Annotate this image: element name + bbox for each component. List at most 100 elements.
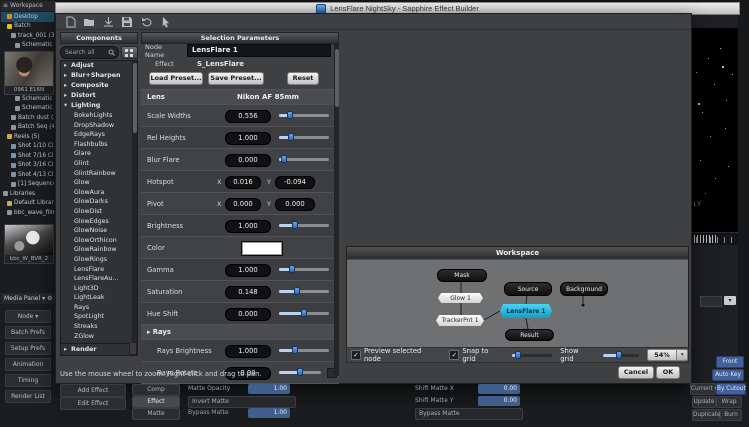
slider-thumb[interactable] [294, 287, 300, 295]
host-button[interactable]: Timing [5, 374, 51, 387]
chevron-down-icon[interactable]: ▾ [724, 296, 736, 305]
component-item[interactable]: Flashbulbs [74, 140, 137, 150]
tree-item[interactable]: Shot 7/16 Clip1 [1, 151, 54, 161]
view-value[interactable] [700, 296, 722, 307]
slider[interactable] [279, 114, 329, 117]
tree-item[interactable]: Reels (5) [1, 132, 54, 142]
save-icon[interactable] [121, 16, 133, 28]
search-input[interactable]: Search all [60, 46, 119, 59]
value-field[interactable]: 0.000 [225, 154, 271, 167]
color-swatch[interactable] [241, 241, 283, 256]
component-item[interactable]: Streaks [74, 322, 137, 332]
expand-arrow-icon[interactable]: ▸ [147, 328, 150, 336]
duplicate-button[interactable]: Duplicate [692, 409, 720, 421]
component-item[interactable]: GlowOrthicon [74, 236, 137, 246]
slider-thumb[interactable] [281, 155, 287, 163]
host-button[interactable]: Setup Prefs [5, 342, 51, 355]
slider[interactable] [279, 371, 321, 374]
zoom-dropdown-arrow[interactable]: ▾ [677, 349, 688, 361]
component-item[interactable]: GlowAura [74, 188, 137, 198]
component-item[interactable]: Glint [74, 159, 137, 169]
host-button[interactable]: Render List [5, 390, 51, 403]
lens-value[interactable]: Nikon AF 85mm [237, 90, 299, 104]
tree-item[interactable]: Schematic R [1, 104, 54, 114]
component-item[interactable]: SpotLight [74, 312, 137, 322]
zoom-level-button[interactable]: 54% [647, 349, 678, 361]
value-field[interactable]: 0.000 [225, 308, 271, 321]
bypass-matte-field[interactable]: Bypass Matte [415, 408, 523, 420]
tree-item[interactable]: Shot 4/13 Clip1 [1, 170, 54, 180]
slider[interactable] [279, 290, 329, 293]
parameters-scrollbar[interactable] [334, 43, 339, 376]
expand-arrow-icon[interactable]: ▸ [64, 91, 69, 101]
burn-button[interactable]: Burn [720, 409, 742, 421]
tree-item[interactable]: Batch dust (2) [1, 113, 54, 123]
component-item[interactable]: ZGlow [74, 332, 137, 342]
node-result[interactable]: Result [505, 329, 554, 341]
components-scrollbar[interactable] [132, 61, 137, 344]
add-effect-button[interactable]: Add Effect [60, 384, 126, 397]
component-item[interactable]: LightLeak [74, 293, 137, 303]
component-category-render[interactable]: ▸ Render [61, 343, 137, 355]
component-item[interactable]: BokehLights [74, 111, 137, 121]
clip-thumbnail[interactable] [4, 51, 54, 87]
expand-arrow-icon[interactable]: ▸ [64, 71, 69, 81]
component-category[interactable]: ▸ Composite [61, 81, 137, 91]
shift-matte-x-value[interactable]: 0.00 [478, 384, 520, 394]
slider-thumb[interactable] [292, 346, 298, 354]
preview-selected-checkbox[interactable]: ✓ [351, 350, 361, 360]
slider[interactable] [279, 136, 329, 139]
value-field-y[interactable]: 0.000 [275, 198, 315, 211]
node-graph-canvas[interactable]: Mask Source Background Glow 1 LensFlare … [347, 259, 688, 347]
host-button[interactable]: Batch Prefs [5, 326, 51, 339]
param-section-rays[interactable]: ▸ Rays [141, 325, 339, 340]
slider[interactable] [279, 349, 329, 352]
expand-arrow-icon[interactable]: ▸ [64, 344, 69, 355]
edit-effect-button[interactable]: Edit Effect [60, 397, 126, 410]
tree-item[interactable]: Default Library [1, 199, 54, 209]
component-item[interactable]: GlowDist [74, 207, 137, 217]
tree-item[interactable]: Schematic [1, 94, 54, 104]
front-button[interactable]: Front [716, 356, 744, 368]
expand-arrow-icon[interactable]: ▸ [64, 81, 69, 91]
slider-thumb[interactable] [515, 351, 521, 359]
comp-tab-button[interactable]: Comp [132, 384, 180, 396]
slider-thumb[interactable] [287, 111, 293, 119]
by-cutout-button[interactable]: By Cutout [716, 383, 746, 395]
value-field[interactable]: 0.556 [225, 110, 271, 123]
matte-opacity-value[interactable]: 1.00 [248, 384, 290, 394]
component-item[interactable]: Rays [74, 303, 137, 313]
component-item[interactable]: Light3D [74, 284, 137, 294]
undo-icon[interactable] [140, 16, 152, 28]
save-preset-button[interactable]: Save Preset... [208, 72, 264, 85]
node-trackerpnt[interactable]: TrackerPnt 1 [436, 315, 484, 326]
tree-item[interactable]: Schematic R [1, 41, 54, 51]
value-field[interactable]: 1.000 [225, 264, 271, 277]
tree-item[interactable]: Batch Seq (4) [1, 123, 54, 133]
value-field-x[interactable]: 0.000 [225, 198, 261, 211]
tree-item[interactable]: [1] Sequence H [1, 180, 54, 190]
matte-tab-button[interactable]: Matte [132, 408, 180, 420]
host-button[interactable]: Node ▾ [5, 310, 51, 323]
load-preset-button[interactable]: Load Preset... [149, 72, 203, 85]
component-item[interactable]: EdgeRays [74, 130, 137, 140]
component-item[interactable]: LensFlare [74, 265, 137, 275]
components-scrollbar-end[interactable] [129, 342, 137, 355]
value-field[interactable]: 1.000 [225, 345, 271, 358]
tree-item[interactable]: Desktop [1, 12, 54, 22]
slider-thumb[interactable] [288, 133, 294, 141]
node-mask[interactable]: Mask [437, 269, 487, 282]
component-category[interactable]: ▸ Distort [61, 91, 137, 101]
component-category[interactable]: ▸ Blur+Sharpen [61, 71, 137, 81]
component-item[interactable]: GlintRainbow [74, 169, 137, 179]
param-row-lens[interactable]: Lens Nikon AF 85mm [141, 90, 339, 105]
wrap-button[interactable]: Wrap [716, 396, 742, 408]
clip-thumbnail[interactable] [4, 224, 54, 256]
filter-button[interactable] [121, 46, 138, 59]
slider-thumb[interactable] [289, 265, 295, 273]
component-item[interactable]: Glare [74, 149, 137, 159]
component-category[interactable]: ▸ Adjust [61, 61, 137, 71]
component-item[interactable]: GlowDarks [74, 197, 137, 207]
host-view-dropdown[interactable]: ▾ [700, 296, 736, 307]
component-item[interactable]: GlowEdges [74, 217, 137, 227]
